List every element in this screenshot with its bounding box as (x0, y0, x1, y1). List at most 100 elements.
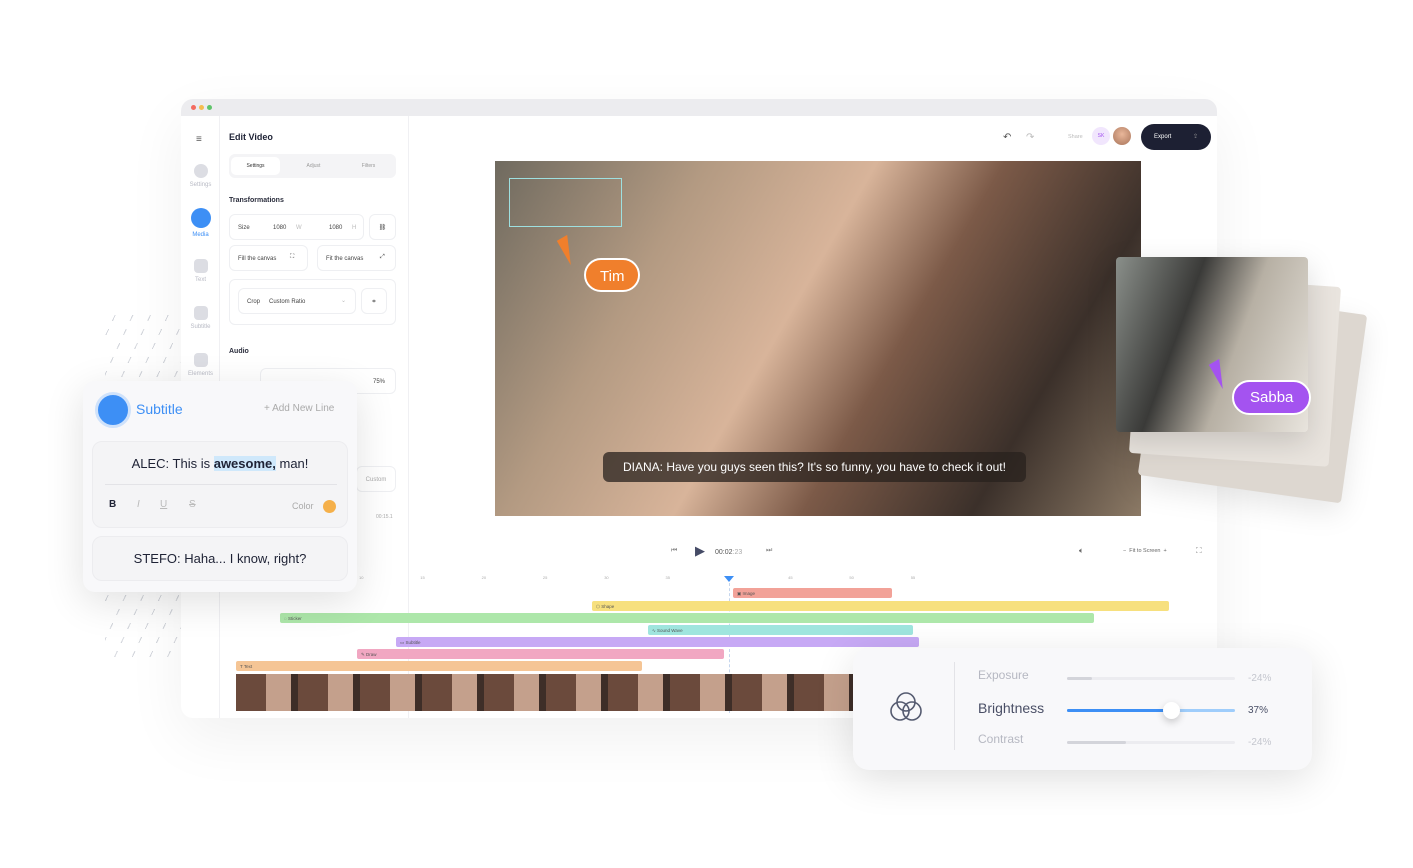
rail-text[interactable]: Text (181, 259, 220, 283)
strikethrough-button[interactable]: S (189, 499, 196, 510)
tab-bar: Settings Adjust Filters (229, 154, 396, 178)
volume-icon[interactable]: 🔈︎ (1079, 546, 1084, 556)
tab-settings[interactable]: Settings (231, 157, 280, 175)
selection-box[interactable] (509, 178, 622, 227)
video-preview[interactable]: DIANA: Have you guys seen this? It's so … (495, 161, 1141, 516)
color-swatch[interactable] (323, 500, 336, 513)
redo-icon[interactable]: ↷ (1026, 132, 1034, 143)
audio-time: 00:15.1 (376, 514, 393, 520)
add-new-line-button[interactable]: + Add New Line (264, 403, 334, 414)
track-shape[interactable]: ⬡ Shape (592, 601, 1169, 611)
avatar-photo[interactable] (1113, 127, 1131, 145)
export-label: Export (1154, 134, 1172, 140)
track-label: Shape (601, 604, 615, 609)
link-icon[interactable]: ⛓ (369, 214, 396, 240)
ruler-tick: 35 (665, 575, 670, 580)
rail-label: Text (194, 277, 206, 283)
color-label: Color (292, 501, 314, 511)
timeline-ruler[interactable]: 10 15 20 25 30 35 40 45 50 55 (359, 575, 919, 585)
share-label[interactable]: Share (1068, 134, 1083, 140)
current-time: 00:02:23 (715, 549, 742, 556)
track-subtitle[interactable]: ▭ Subtitle (396, 637, 919, 647)
fit-canvas-button[interactable]: Fit the canvas ⤢ (317, 245, 396, 271)
menu-icon[interactable]: ≡ (196, 134, 202, 145)
zoom-controls[interactable]: − Fit to Screen + (1123, 548, 1167, 554)
playhead[interactable] (724, 576, 734, 582)
text-icon (193, 259, 208, 273)
ruler-tick: 20 (481, 575, 487, 580)
h-unit: H (352, 225, 357, 231)
tab-filters[interactable]: Filters (344, 157, 393, 175)
underline-button[interactable]: U (160, 499, 167, 510)
italic-button[interactable]: I (137, 499, 140, 510)
adjust-value: -24% (1248, 737, 1272, 748)
avatar[interactable]: SK (1092, 127, 1110, 145)
adjust-slider[interactable] (1067, 741, 1235, 744)
slider-thumb[interactable] (1163, 702, 1181, 719)
rail-label: Media (192, 232, 209, 238)
rail-subtitle[interactable]: Subtitle (181, 306, 220, 330)
fit-label: Fit the canvas (326, 256, 364, 262)
track-text[interactable]: T Text (236, 661, 642, 671)
track-label: Subtitle (405, 640, 421, 645)
subtitle-line-editor[interactable]: ALEC: This is awesome, man! B I U S Colo… (92, 441, 348, 528)
size-field[interactable]: Size 1080 W 1080 H (229, 214, 364, 240)
line-text: ALEC: This is (131, 456, 214, 471)
subtitle-line-1[interactable]: ALEC: This is awesome, man! (93, 456, 347, 471)
track-image[interactable]: ▣ Image (733, 588, 892, 598)
ruler-tick: 45 (788, 575, 793, 580)
crop-select[interactable]: Crop Custom Ratio ⌄ (238, 288, 356, 314)
divider (105, 484, 337, 485)
audio-heading: Audio (229, 348, 249, 355)
rail-label: Elements (187, 371, 213, 377)
fullscreen-icon[interactable]: ⛶ (1196, 546, 1202, 556)
skip-back-icon[interactable]: ⏮ (671, 547, 677, 555)
fill-canvas-button[interactable]: Fill the canvas ⛶ (229, 245, 308, 271)
fit-to-screen[interactable]: Fit to Screen (1129, 548, 1160, 554)
tab-adjust[interactable]: Adjust (289, 157, 338, 175)
crop-label: Crop (247, 299, 261, 305)
track-label: Sound Wave (657, 628, 683, 633)
bold-button[interactable]: B (109, 499, 116, 510)
track-label: Text (243, 664, 253, 669)
adjust-slider[interactable] (1067, 702, 1235, 719)
subtitle-card: Subtitle + Add New Line ALEC: This is aw… (83, 381, 357, 592)
maximize-dot[interactable] (207, 105, 212, 110)
crop-icon[interactable]: ⌗ (361, 288, 387, 314)
track-draw[interactable]: ✎ Draw (357, 649, 724, 659)
rail-label: Settings (189, 182, 212, 188)
close-dot[interactable] (191, 105, 196, 110)
slider-fill (1067, 677, 1093, 680)
upload-icon: ⇪ (1192, 134, 1198, 140)
highlighted-word: awesome, (213, 456, 276, 471)
crop-section: Crop Custom Ratio ⌄ ⌗ (229, 279, 396, 325)
rail-settings[interactable]: Settings (181, 164, 220, 188)
chevron-down-icon: ⌄ (341, 298, 347, 304)
minimize-dot[interactable] (199, 105, 204, 110)
play-icon[interactable]: ▶ (695, 543, 705, 559)
export-button[interactable]: Export ⇪ (1141, 124, 1211, 150)
color-channels-icon (890, 692, 922, 721)
elements-icon (193, 353, 208, 367)
custom-button[interactable]: Custom (356, 466, 396, 492)
image-icon (190, 208, 211, 228)
rail-elements[interactable]: Elements (181, 353, 220, 377)
height-value[interactable]: 1080 (329, 225, 342, 231)
width-value[interactable]: 1080 (273, 225, 286, 231)
rail-media[interactable]: Media (181, 208, 220, 238)
adjust-card: Exposure -24% Brightness 37% Contrast -24% (853, 648, 1312, 770)
skip-forward-icon[interactable]: ⏭ (766, 547, 772, 555)
divider (954, 662, 955, 750)
collaborator-sabba: Sabba (1232, 380, 1312, 415)
adjust-slider[interactable] (1067, 677, 1235, 680)
crop-value: Custom Ratio (269, 299, 306, 305)
line-text: man! (275, 456, 309, 471)
panel-title: Edit Video (229, 132, 273, 142)
subtitle-line-2[interactable]: STEFO: Haha... I know, right? (92, 536, 348, 581)
video-filmstrip[interactable] (236, 674, 856, 711)
ruler-tick: 15 (420, 575, 425, 580)
size-label: Size (238, 225, 250, 231)
undo-icon[interactable]: ↶ (1003, 132, 1011, 143)
track-sticker[interactable]: ◌ Sticker (280, 613, 1094, 623)
track-sound-wave[interactable]: ∿ Sound Wave (648, 625, 913, 635)
